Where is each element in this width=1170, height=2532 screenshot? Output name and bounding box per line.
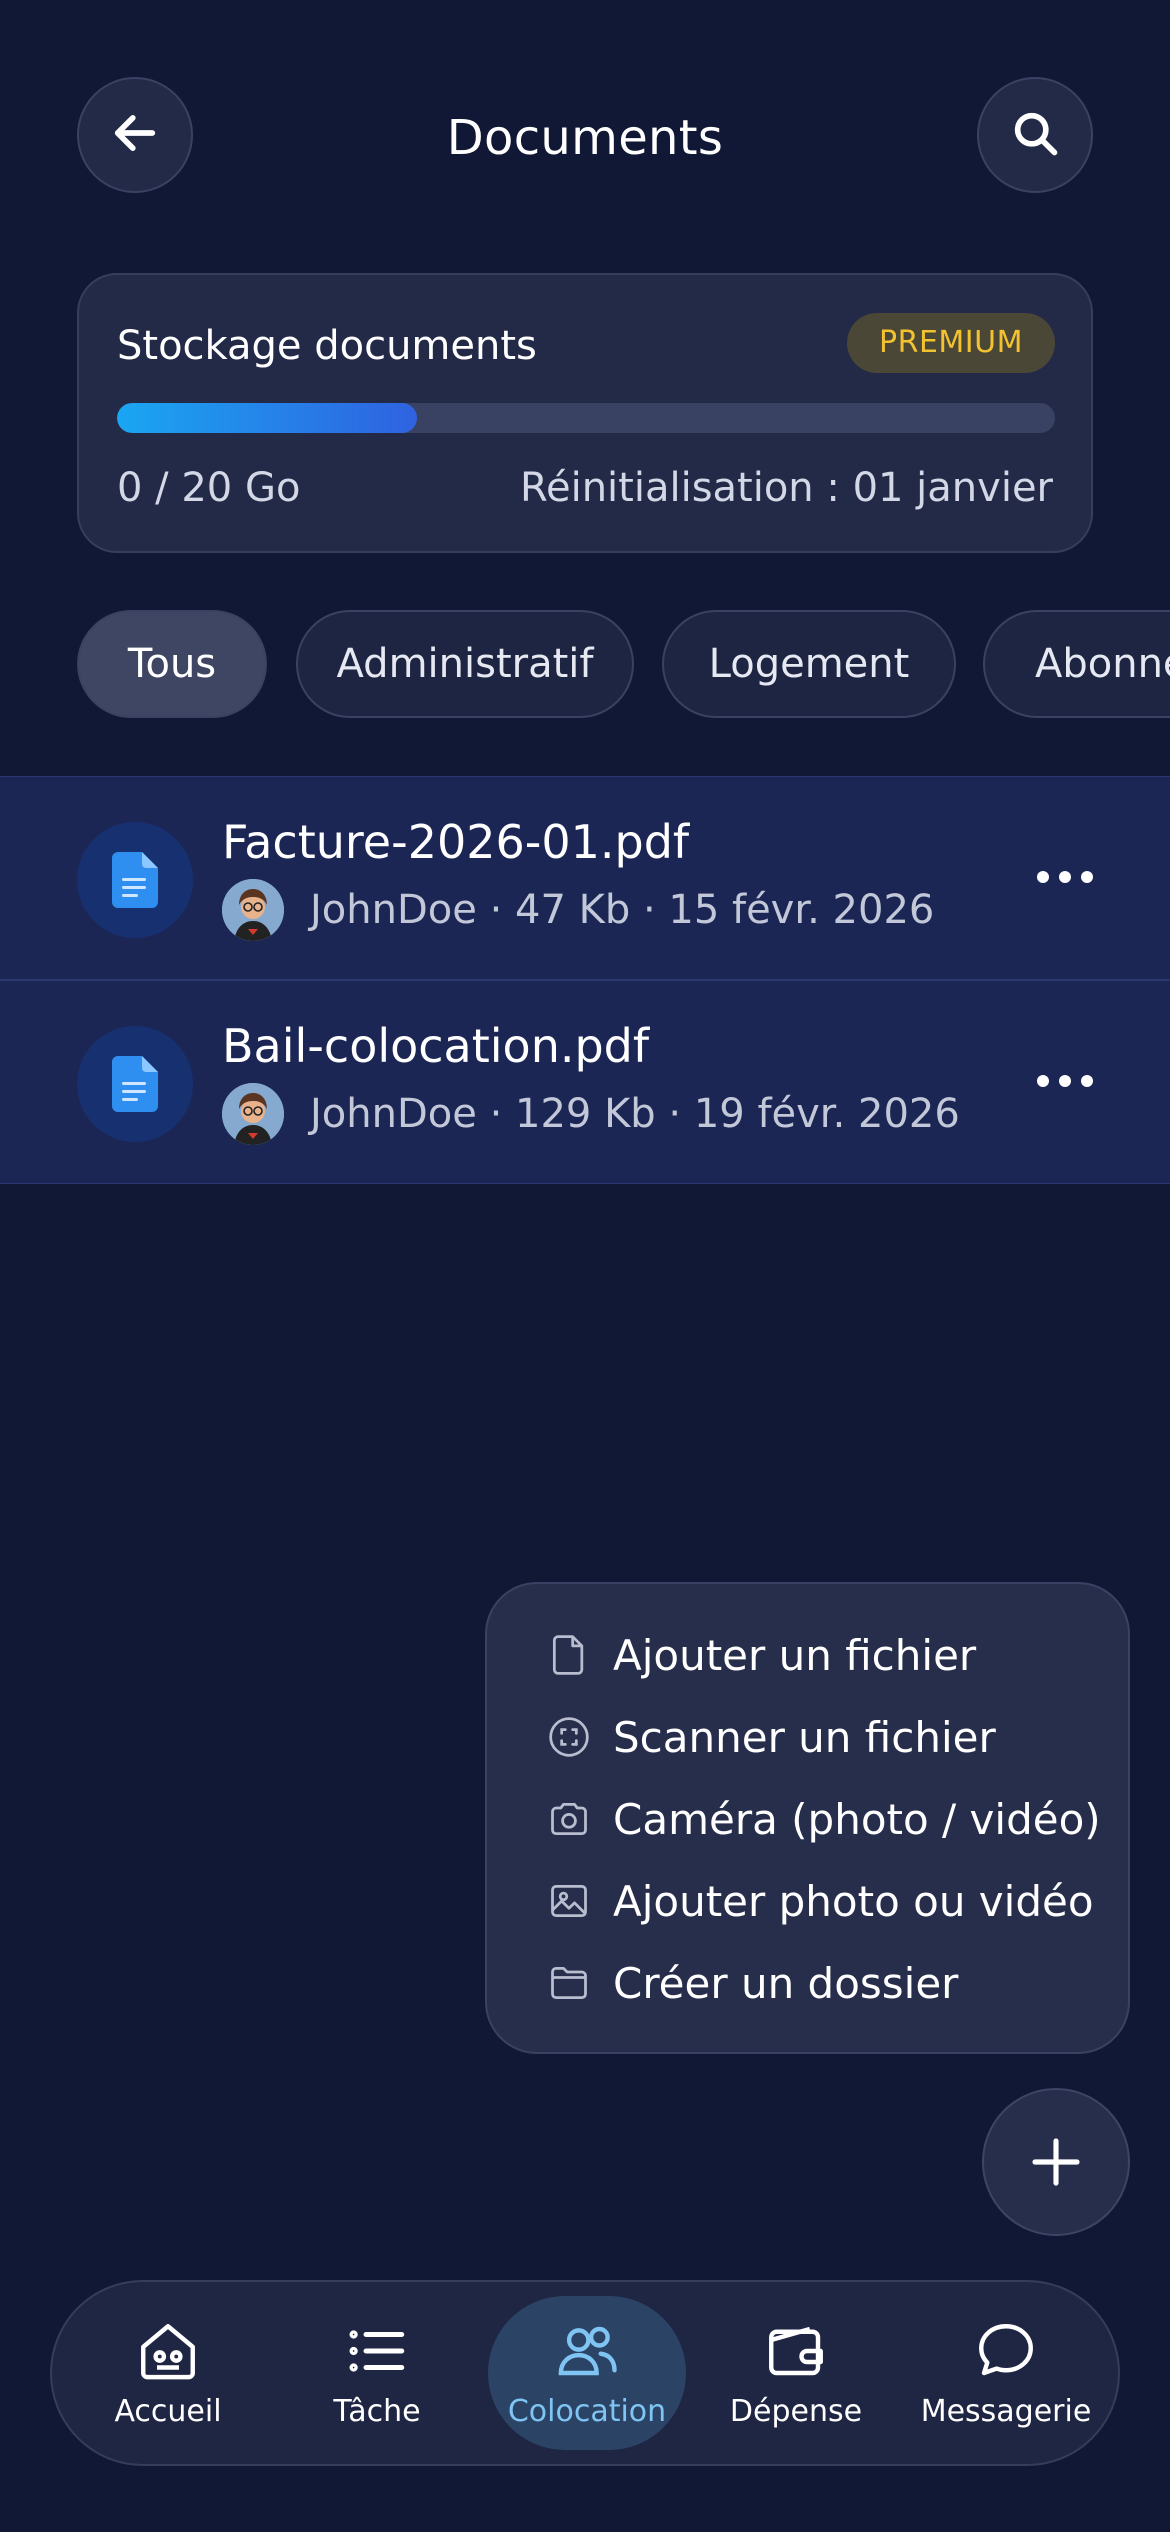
menu-item-add-file[interactable]: Ajouter un fichier	[547, 1620, 976, 1690]
bottom-navigation: Accueil Tâche Colocation Dépense Message…	[50, 2280, 1120, 2466]
plus-icon	[1032, 2138, 1080, 2186]
nav-label: Colocation	[507, 2393, 667, 2429]
file-icon	[552, 1635, 584, 1675]
add-action-menu: Ajouter un fichier Scanner un fichier Ca…	[485, 1582, 1130, 2054]
filter-chip-abonnements[interactable]: Abonnements	[983, 610, 1170, 718]
menu-item-create-folder[interactable]: Créer un dossier	[547, 1948, 958, 2018]
filter-chip-tous[interactable]: Tous	[77, 610, 267, 718]
document-icon	[77, 1026, 193, 1142]
chat-icon	[979, 2323, 1033, 2375]
add-fab-button[interactable]	[982, 2088, 1130, 2236]
document-name: Bail-colocation.pdf	[222, 1019, 650, 1073]
nav-label: Tâche	[333, 2393, 421, 2429]
menu-item-label: Scanner un fichier	[613, 1712, 996, 1762]
nav-item-messagerie[interactable]: Messagerie	[907, 2296, 1105, 2450]
search-icon	[1009, 107, 1061, 163]
menu-item-camera[interactable]: Caméra (photo / vidéo)	[547, 1784, 1101, 1854]
list-icon	[349, 2329, 405, 2372]
nav-item-tache[interactable]: Tâche	[278, 2296, 476, 2450]
more-options-icon[interactable]	[1030, 1051, 1100, 1111]
search-button[interactable]	[977, 77, 1093, 193]
menu-item-label: Ajouter photo ou vidéo	[613, 1876, 1094, 1926]
document-meta: JohnDoe · 47 Kb · 15 févr. 2026	[310, 887, 935, 933]
menu-item-label: Caméra (photo / vidéo)	[613, 1794, 1101, 1844]
avatar	[222, 1083, 284, 1145]
storage-reset-label: Réinitialisation : 01 janvier	[519, 465, 1053, 511]
image-icon	[551, 1884, 587, 1918]
nav-label: Accueil	[114, 2393, 222, 2429]
storage-title: Stockage documents	[117, 323, 537, 369]
menu-item-label: Ajouter un fichier	[613, 1630, 977, 1680]
document-row[interactable]: Facture-2026-01.pdf JohnDoe · 47 Kb · 15…	[0, 776, 1170, 980]
menu-item-add-photo-video[interactable]: Ajouter photo ou vidéo	[547, 1866, 1094, 1936]
document-name: Facture-2026-01.pdf	[222, 815, 690, 869]
document-row[interactable]: Bail-colocation.pdf JohnDoe · 129 Kb · 1…	[0, 980, 1170, 1184]
filter-chip-administratif[interactable]: Administratif	[296, 610, 634, 718]
nav-item-depense[interactable]: Dépense	[697, 2296, 895, 2450]
menu-item-scan-file[interactable]: Scanner un fichier	[547, 1702, 996, 1772]
premium-badge: PREMIUM	[847, 313, 1055, 373]
camera-icon	[551, 1802, 587, 1836]
nav-item-colocation[interactable]: Colocation	[488, 2296, 686, 2450]
document-icon	[77, 822, 193, 938]
nav-label: Messagerie	[920, 2393, 1092, 2429]
nav-label: Dépense	[729, 2393, 863, 2429]
document-meta: JohnDoe · 129 Kb · 19 févr. 2026	[310, 1091, 960, 1137]
users-icon	[558, 2326, 617, 2375]
filter-chip-logement[interactable]: Logement	[662, 610, 956, 718]
menu-item-label: Créer un dossier	[613, 1958, 959, 2008]
home-icon	[141, 2323, 195, 2379]
more-options-icon[interactable]	[1030, 847, 1100, 907]
storage-used-label: 0 / 20 Go	[117, 465, 301, 511]
storage-progress-fill	[117, 403, 418, 433]
storage-progress-bar	[117, 403, 1055, 433]
nav-item-accueil[interactable]: Accueil	[69, 2296, 267, 2450]
avatar	[222, 879, 284, 941]
storage-card: Stockage documents PREMIUM 0 / 20 Go Réi…	[77, 273, 1093, 553]
folder-icon	[551, 1966, 587, 2000]
wallet-icon	[769, 2326, 823, 2375]
scan-icon	[549, 1717, 589, 1757]
